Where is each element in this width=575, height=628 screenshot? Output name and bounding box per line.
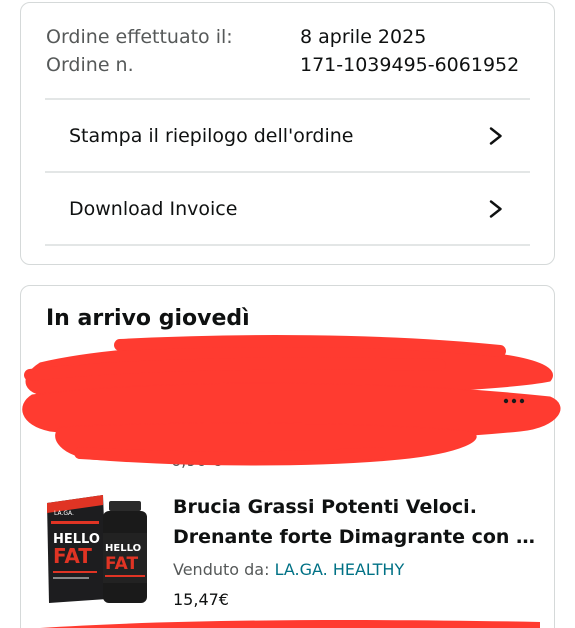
download-invoice-button[interactable]: Download Invoice bbox=[45, 173, 530, 245]
order-number-value: 171-1039495-6061952 bbox=[300, 54, 520, 76]
chevron-right-icon bbox=[489, 200, 502, 218]
product-title-line2: Drenante forte Dimagrante con G… bbox=[173, 526, 538, 548]
delivery-title: In arrivo giovedì bbox=[46, 306, 250, 331]
product-brand: LA.GA. bbox=[54, 510, 74, 517]
svg-text:FAT: FAT bbox=[105, 554, 138, 574]
order-date-label: Ordine effettuato il: bbox=[46, 26, 233, 48]
seller-link[interactable]: LA.GA. HEALTHY bbox=[275, 560, 405, 579]
print-summary-label: Stampa il riepilogo dell'ordine bbox=[69, 125, 354, 147]
product-title-line1: Brucia Grassi Potenti Veloci. bbox=[173, 496, 477, 518]
product-price: 15,47€ bbox=[173, 590, 229, 609]
delivery-card: In arrivo giovedì 6,90 € LA.GA. HELLO FA… bbox=[20, 285, 555, 628]
divider bbox=[45, 244, 530, 246]
chevron-right-icon bbox=[489, 127, 502, 145]
order-date-value: 8 aprile 2025 bbox=[300, 26, 427, 48]
order-number-label: Ordine n. bbox=[46, 54, 134, 76]
print-summary-button[interactable]: Stampa il riepilogo dell'ordine bbox=[45, 100, 530, 172]
product-name-fat: FAT bbox=[53, 544, 92, 568]
redacted-price: 6,90 € bbox=[171, 451, 222, 470]
svg-text:HELLO: HELLO bbox=[105, 543, 141, 554]
seller-label: Venduto da: bbox=[173, 560, 270, 579]
order-details-card: Ordine effettuato il: 8 aprile 2025 Ordi… bbox=[20, 2, 555, 265]
download-invoice-label: Download Invoice bbox=[69, 198, 238, 220]
product-title[interactable]: Brucia Grassi Potenti Veloci. Drenante f… bbox=[173, 492, 538, 552]
product-image[interactable]: LA.GA. HELLO FAT HELLO FAT bbox=[45, 491, 153, 609]
seller-info: Venduto da: LA.GA. HEALTHY bbox=[173, 560, 404, 579]
